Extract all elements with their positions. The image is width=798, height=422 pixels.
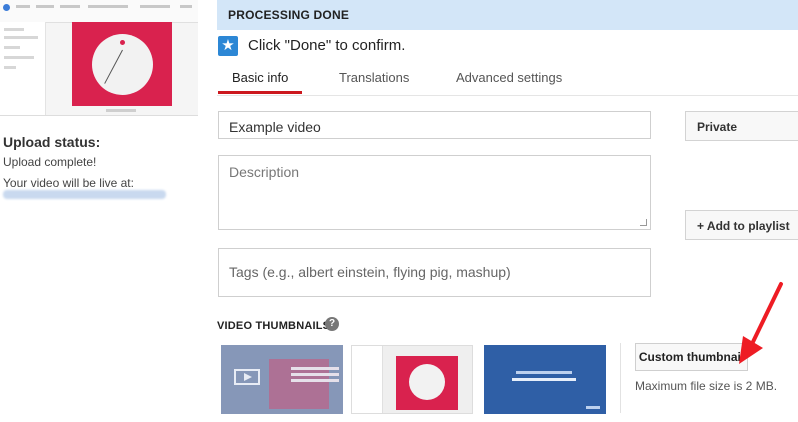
thumbnail-option-2[interactable] — [351, 345, 473, 414]
video-preview[interactable] — [0, 0, 198, 116]
processing-banner: PROCESSING DONE — [217, 0, 798, 30]
confirm-row: ★ Click "Done" to confirm. — [217, 36, 617, 58]
live-at-text: Your video will be live at: — [3, 176, 134, 190]
confirm-text: Click "Done" to confirm. — [248, 37, 406, 54]
preview-side-panel — [0, 22, 46, 115]
play-icon — [234, 369, 260, 385]
star-icon: ★ — [218, 36, 238, 56]
thumbnail-option-3[interactable] — [484, 345, 606, 414]
tab-advanced-settings[interactable]: Advanced settings — [456, 70, 562, 85]
upload-sidebar: Upload status: Upload complete! Your vid… — [0, 0, 205, 422]
thumbnail-option-1[interactable] — [221, 345, 343, 414]
tab-translations[interactable]: Translations — [339, 70, 409, 85]
resize-handle-icon[interactable] — [640, 219, 647, 226]
upload-complete-text: Upload complete! — [3, 155, 97, 169]
app-logo-icon — [3, 4, 10, 11]
tab-basic-info[interactable]: Basic info — [232, 70, 288, 85]
tags-input[interactable]: Tags (e.g., albert einstein, flying pig,… — [218, 248, 651, 297]
preview-pager — [106, 109, 136, 112]
video-details-panel: PROCESSING DONE ★ Click "Done" to confir… — [217, 0, 798, 422]
annotation-arrow-icon — [739, 282, 783, 364]
title-input[interactable]: Example video — [218, 111, 651, 139]
preview-red-slide — [72, 22, 172, 106]
upload-status-title: Upload status: — [3, 134, 101, 150]
thumbnail-divider — [620, 343, 621, 413]
tags-placeholder: Tags (e.g., albert einstein, flying pig,… — [229, 264, 511, 280]
clock-graphic — [92, 34, 153, 95]
video-url-link[interactable] — [3, 190, 166, 199]
privacy-select[interactable]: Private — [685, 111, 798, 141]
help-icon[interactable]: ? — [325, 317, 339, 331]
add-to-playlist-button[interactable]: + Add to playlist — [685, 210, 798, 240]
video-thumbnails-label: VIDEO THUMBNAILS — [217, 320, 331, 332]
custom-thumbnail-button[interactable]: Custom thumbnail — [635, 343, 748, 371]
description-input[interactable]: Description — [218, 155, 651, 230]
max-file-size-note: Maximum file size is 2 MB. — [635, 379, 778, 393]
preview-toolbar — [0, 0, 198, 23]
active-tab-indicator — [218, 91, 302, 94]
tab-bar: Basic info Translations Advanced setting… — [217, 62, 798, 96]
description-placeholder: Description — [229, 164, 300, 180]
